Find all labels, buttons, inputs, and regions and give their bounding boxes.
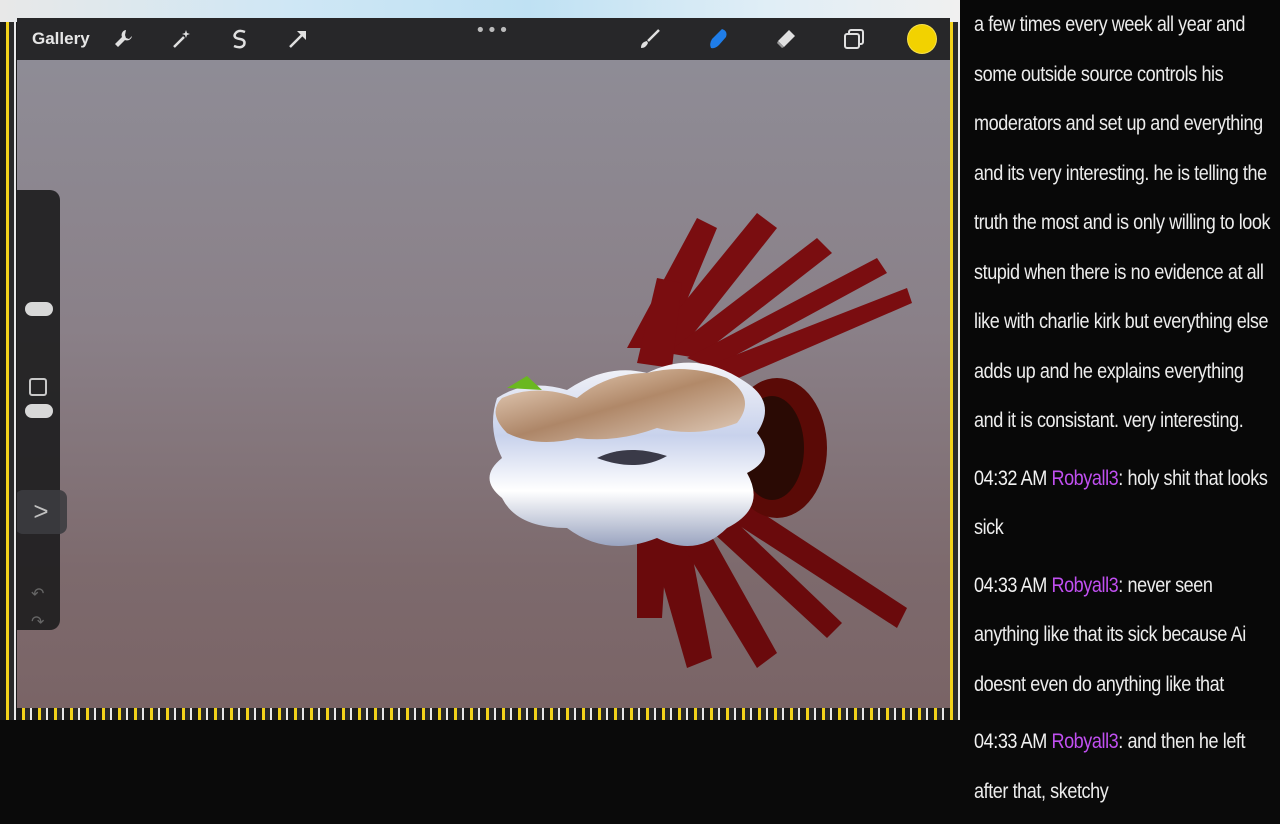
- magic-wand-icon[interactable]: [162, 19, 202, 59]
- more-options-dots[interactable]: •••: [475, 20, 510, 41]
- message-username[interactable]: Robyall3: [1051, 574, 1118, 597]
- expand-sidebar-button[interactable]: >: [17, 490, 67, 534]
- chat-panel: a few times every week all year and some…: [960, 0, 1280, 803]
- active-color-swatch: [907, 24, 937, 54]
- smudge-icon[interactable]: [698, 19, 738, 59]
- chat-message: 04:33 AM Robyall3: and then he left afte…: [974, 717, 1275, 816]
- redo-icon[interactable]: ↷: [31, 612, 44, 631]
- brush-icon[interactable]: [630, 19, 670, 59]
- color-picker-button[interactable]: [902, 19, 942, 59]
- wrench-icon[interactable]: [104, 19, 144, 59]
- selection-icon[interactable]: [220, 19, 260, 59]
- message-timestamp: 04:33 AM: [974, 730, 1052, 753]
- chat-message-partial: a few times every week all year and some…: [974, 13, 1271, 432]
- transform-arrow-icon[interactable]: [278, 19, 318, 59]
- green-leaf: [507, 376, 542, 390]
- message-timestamp: 04:32 AM: [974, 466, 1052, 490]
- message-timestamp: 04:33 AM: [974, 573, 1052, 597]
- layers-icon[interactable]: [834, 19, 874, 59]
- drawing-canvas[interactable]: Gallery ••• > ↶ ↷: [17, 18, 950, 708]
- eraser-icon[interactable]: [766, 19, 806, 59]
- message-username[interactable]: Robyall3: [1051, 730, 1118, 753]
- left-sidebar: > ↶ ↷: [17, 190, 67, 631]
- chat-message: 04:32 AM Robyall3: holy shit that looks …: [974, 454, 1275, 553]
- message-username[interactable]: Robyall3: [1051, 467, 1118, 490]
- modify-button[interactable]: [29, 378, 47, 396]
- brush-size-slider[interactable]: [25, 302, 53, 316]
- upper-wing: [627, 213, 912, 383]
- opacity-slider[interactable]: [25, 404, 53, 418]
- top-toolbar: Gallery •••: [17, 18, 950, 60]
- winged-chrome-artwork: [457, 198, 937, 703]
- gallery-button[interactable]: Gallery: [32, 29, 90, 49]
- undo-icon[interactable]: ↶: [31, 584, 44, 603]
- chat-message: 04:33 AM Robyall3: never seen anything l…: [974, 561, 1275, 710]
